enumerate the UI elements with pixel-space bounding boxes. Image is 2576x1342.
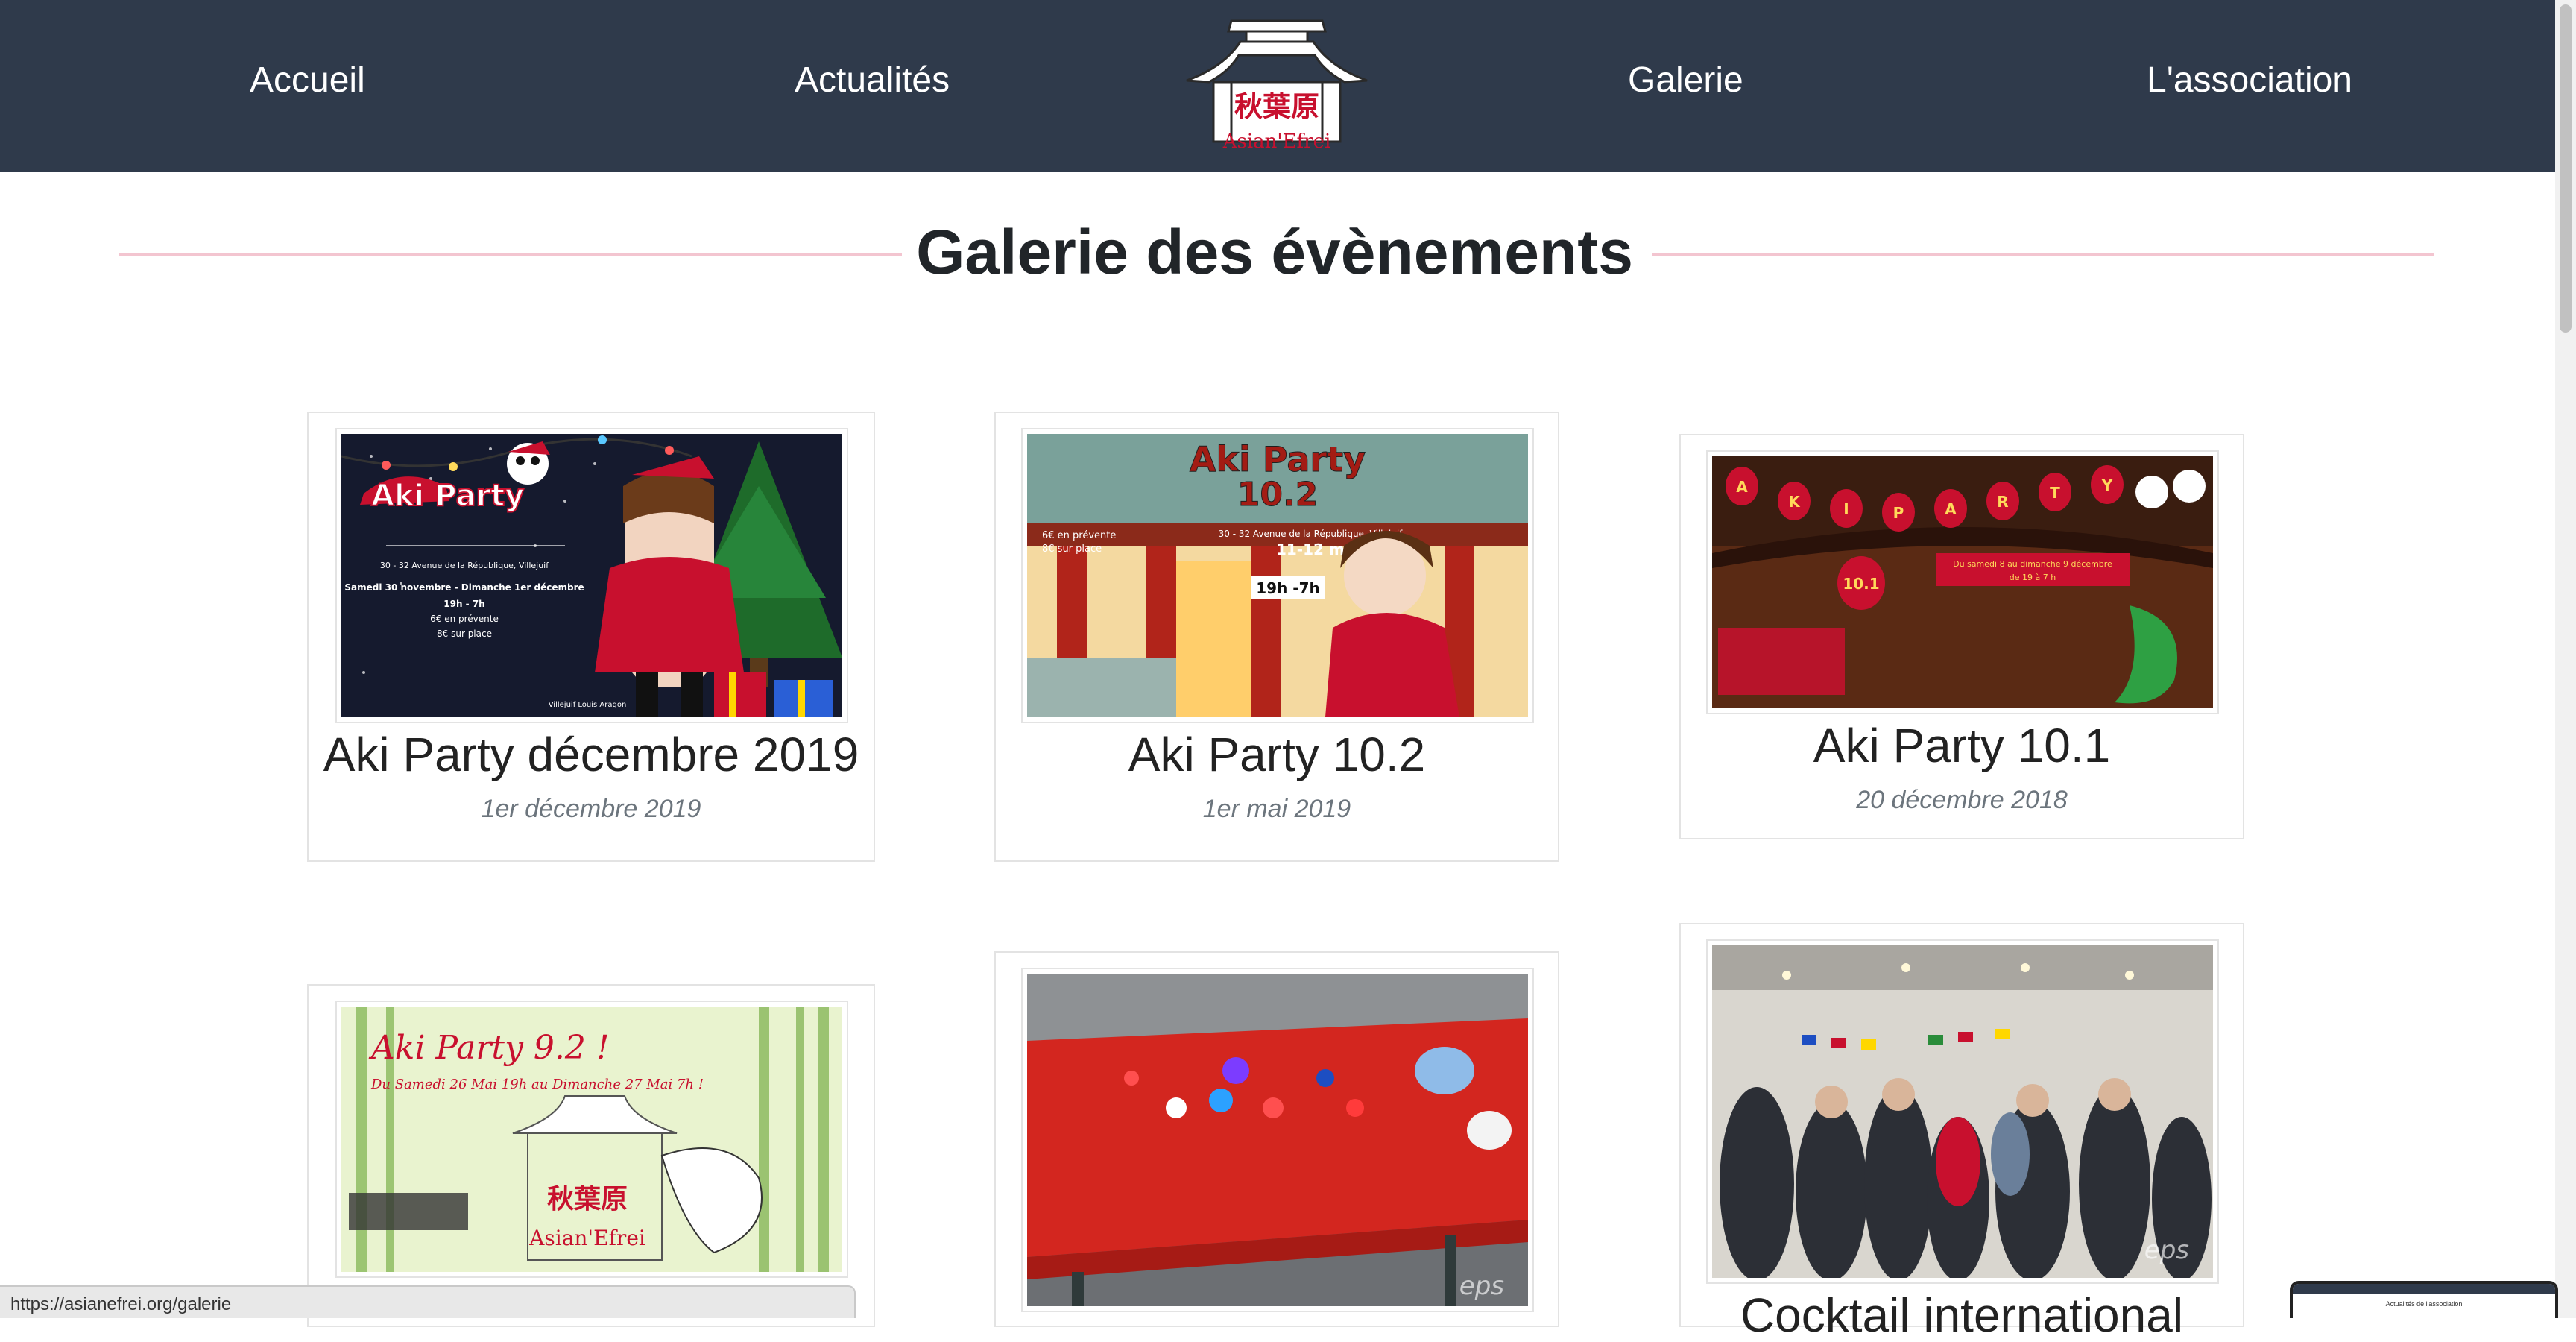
svg-text:Aki Party: Aki Party — [1190, 439, 1366, 479]
svg-text:Asian'Efrei: Asian'Efrei — [528, 1226, 645, 1250]
svg-text:19h - 7h: 19h - 7h — [443, 599, 484, 609]
title-divider-left — [119, 253, 902, 256]
svg-text:30 - 32 Avenue de la Républiqu: 30 - 32 Avenue de la République, Villeju… — [380, 561, 549, 570]
event-date: 20 décembre 2018 — [1856, 786, 2068, 814]
svg-text:Du samedi 8 au dimanche 9 déce: Du samedi 8 au dimanche 9 décembre — [1953, 559, 2112, 569]
svg-text:K: K — [1788, 493, 1801, 511]
event-thumbnail[interactable]: A K I P A R T Y 10.1 Du samedi 8 au dima… — [1706, 450, 2219, 714]
svg-text:秋葉原: 秋葉原 — [547, 1184, 628, 1215]
event-title[interactable]: Aki Party décembre 2019 — [309, 731, 874, 778]
svg-text:de 19 à 7 h: de 19 à 7 h — [2010, 573, 2056, 582]
vertical-scrollbar[interactable] — [2555, 0, 2576, 1318]
svg-text:eps: eps — [2144, 1235, 2189, 1265]
svg-text:10.2: 10.2 — [1237, 476, 1319, 514]
event-thumbnail[interactable]: eps — [1706, 939, 2219, 1284]
svg-text:8€ sur place: 8€ sur place — [437, 629, 492, 639]
event-date: 1er mai 2019 — [1202, 795, 1351, 823]
nav-link-actualites[interactable]: Actualités — [795, 63, 950, 98]
event-card[interactable]: eps — [994, 951, 1559, 1327]
svg-text:Aki Party 9.2 !: Aki Party 9.2 ! — [368, 1029, 610, 1067]
nav-link-association[interactable]: L'association — [2147, 63, 2352, 98]
pagoda-logo-icon: 秋葉原 Asian'Efrei — [1186, 19, 1368, 153]
screenshot-preview-thumbnail[interactable]: Actualités de l'association — [2290, 1281, 2558, 1318]
svg-text:Du Samedi 26 Mai 19h au Dimanc: Du Samedi 26 Mai 19h au Dimanche 27 Mai … — [370, 1077, 704, 1092]
svg-text:Villejuif Louis Aragon: Villejuif Louis Aragon — [549, 701, 627, 709]
svg-text:6€ en prévente: 6€ en prévente — [430, 614, 499, 624]
svg-text:Y: Y — [2101, 476, 2113, 494]
event-card[interactable]: A K I P A R T Y 10.1 Du samedi 8 au dima… — [1679, 434, 2244, 839]
svg-text:Asian'Efrei: Asian'Efrei — [1222, 130, 1331, 153]
svg-text:R: R — [1997, 493, 2008, 511]
event-card[interactable]: Aki Party 10.2 30 - 32 Avenue de la Répu… — [994, 412, 1559, 862]
site-logo[interactable]: 秋葉原 Asian'Efrei — [1172, 12, 1382, 160]
event-card[interactable]: eps Cocktail international — [1679, 923, 2244, 1339]
svg-text:Aki Party: Aki Party — [371, 479, 524, 513]
event-thumbnail[interactable]: Aki Party 10.2 30 - 32 Avenue de la Répu… — [1021, 428, 1534, 723]
svg-text:8€ sur place: 8€ sur place — [1042, 544, 1102, 555]
aki-party-christmas-poster: Aki Party 30 - 32 Avenue de la Républiqu… — [341, 434, 842, 717]
top-navbar: Accueil Actualités 秋葉原 Asian'Efrei Galer… — [0, 0, 2555, 172]
preview-caption: Actualités de l'association — [2385, 1300, 2463, 1308]
svg-text:I: I — [1843, 500, 1849, 518]
aki-party-10-1-poster: A K I P A R T Y 10.1 Du samedi 8 au dima… — [1712, 456, 2213, 708]
status-bar-url: https://asianefrei.org/galerie — [0, 1285, 856, 1318]
svg-text:eps: eps — [1459, 1271, 1504, 1301]
scrollbar-thumb[interactable] — [2560, 4, 2572, 333]
svg-text:19h -7h: 19h -7h — [1256, 579, 1320, 597]
event-photo-cocktail: eps — [1712, 945, 2213, 1278]
svg-text:P: P — [1893, 504, 1904, 522]
nav-link-accueil[interactable]: Accueil — [250, 63, 365, 98]
svg-text:6€ en prévente: 6€ en prévente — [1042, 530, 1116, 541]
event-title[interactable]: Aki Party 10.1 — [1681, 722, 2243, 769]
svg-text:A: A — [1945, 500, 1957, 518]
title-divider-right — [1652, 253, 2434, 256]
nav-link-galerie[interactable]: Galerie — [1628, 63, 1743, 98]
event-card[interactable]: Aki Party 30 - 32 Avenue de la Républiqu… — [307, 412, 875, 862]
event-card[interactable]: Aki Party 9.2 ! Du Samedi 26 Mai 19h au … — [307, 984, 875, 1327]
event-title[interactable]: Cocktail international — [1681, 1291, 2243, 1339]
preview-navbar — [2293, 1284, 2555, 1294]
svg-text:T: T — [2050, 484, 2060, 502]
svg-text:10.1: 10.1 — [1843, 575, 1879, 593]
event-thumbnail[interactable]: Aki Party 30 - 32 Avenue de la Républiqu… — [335, 428, 848, 723]
svg-text:Samedi 30 novembre - Dimanche: Samedi 30 novembre - Dimanche 1er décemb… — [344, 582, 584, 593]
event-date: 1er décembre 2019 — [481, 795, 701, 823]
event-photo-table: eps — [1027, 974, 1528, 1306]
svg-text:A: A — [1736, 478, 1748, 496]
page-title: Galerie des évènements — [916, 217, 1633, 287]
event-thumbnail[interactable]: eps — [1021, 968, 1534, 1312]
event-thumbnail[interactable]: Aki Party 9.2 ! Du Samedi 26 Mai 19h au … — [335, 1001, 848, 1278]
svg-text:秋葉原: 秋葉原 — [1234, 90, 1319, 123]
aki-party-9-2-poster: Aki Party 9.2 ! Du Samedi 26 Mai 19h au … — [341, 1006, 842, 1272]
aki-party-10-2-poster: Aki Party 10.2 30 - 32 Avenue de la Répu… — [1027, 434, 1528, 717]
event-title[interactable]: Aki Party 10.2 — [996, 731, 1558, 778]
